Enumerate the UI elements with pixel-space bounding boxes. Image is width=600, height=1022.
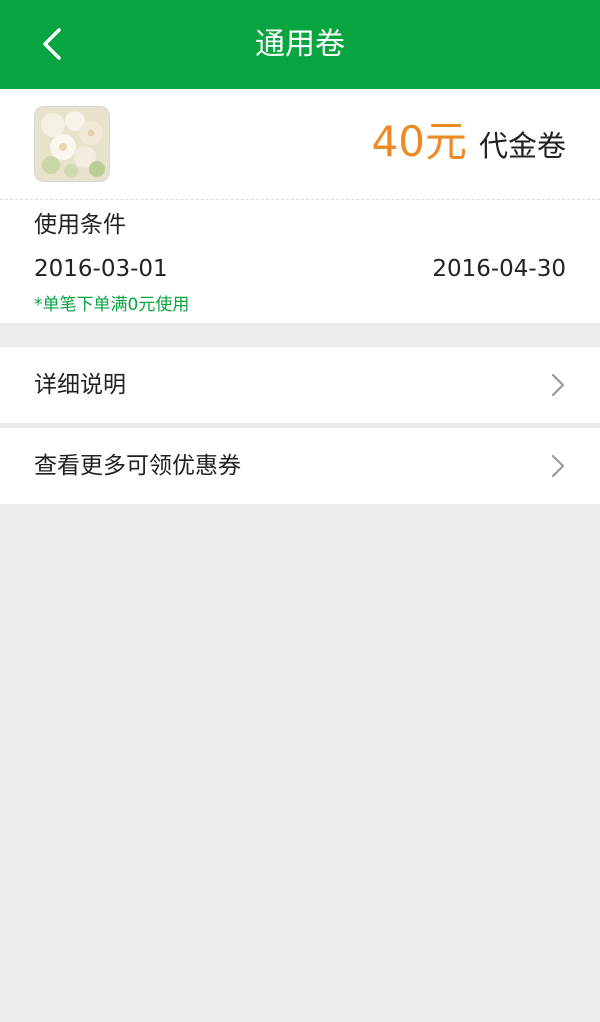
end-date: 2016-04-30 <box>432 256 566 282</box>
detail-description-row[interactable]: 详细说明 <box>0 347 600 423</box>
page-title: 通用卷 <box>255 27 345 62</box>
top-bar: 通用卷 <box>0 0 600 89</box>
chevron-right-icon <box>551 373 565 397</box>
row-label: 查看更多可领优惠券 <box>34 453 241 479</box>
section-divider <box>0 323 600 347</box>
coupon-card: 40元 代金卷 使用条件 2016-03-01 2016-04-30 *单笔下单… <box>0 89 600 323</box>
coupon-value: 40元 代金卷 <box>372 107 566 177</box>
condition-note: *单笔下单满0元使用 <box>34 295 190 315</box>
coupon-summary: 40元 代金卷 <box>0 89 600 200</box>
condition-title: 使用条件 <box>34 212 126 238</box>
chevron-right-icon <box>551 454 565 478</box>
coupon-conditions: 使用条件 2016-03-01 2016-04-30 *单笔下单满0元使用 <box>0 200 600 323</box>
row-label: 详细说明 <box>34 372 126 398</box>
coupon-type: 代金卷 <box>478 129 566 163</box>
coupon-image <box>34 106 110 182</box>
coupon-amount: 40元 <box>371 117 467 166</box>
more-coupons-row[interactable]: 查看更多可领优惠券 <box>0 428 600 504</box>
start-date: 2016-03-01 <box>34 256 168 282</box>
